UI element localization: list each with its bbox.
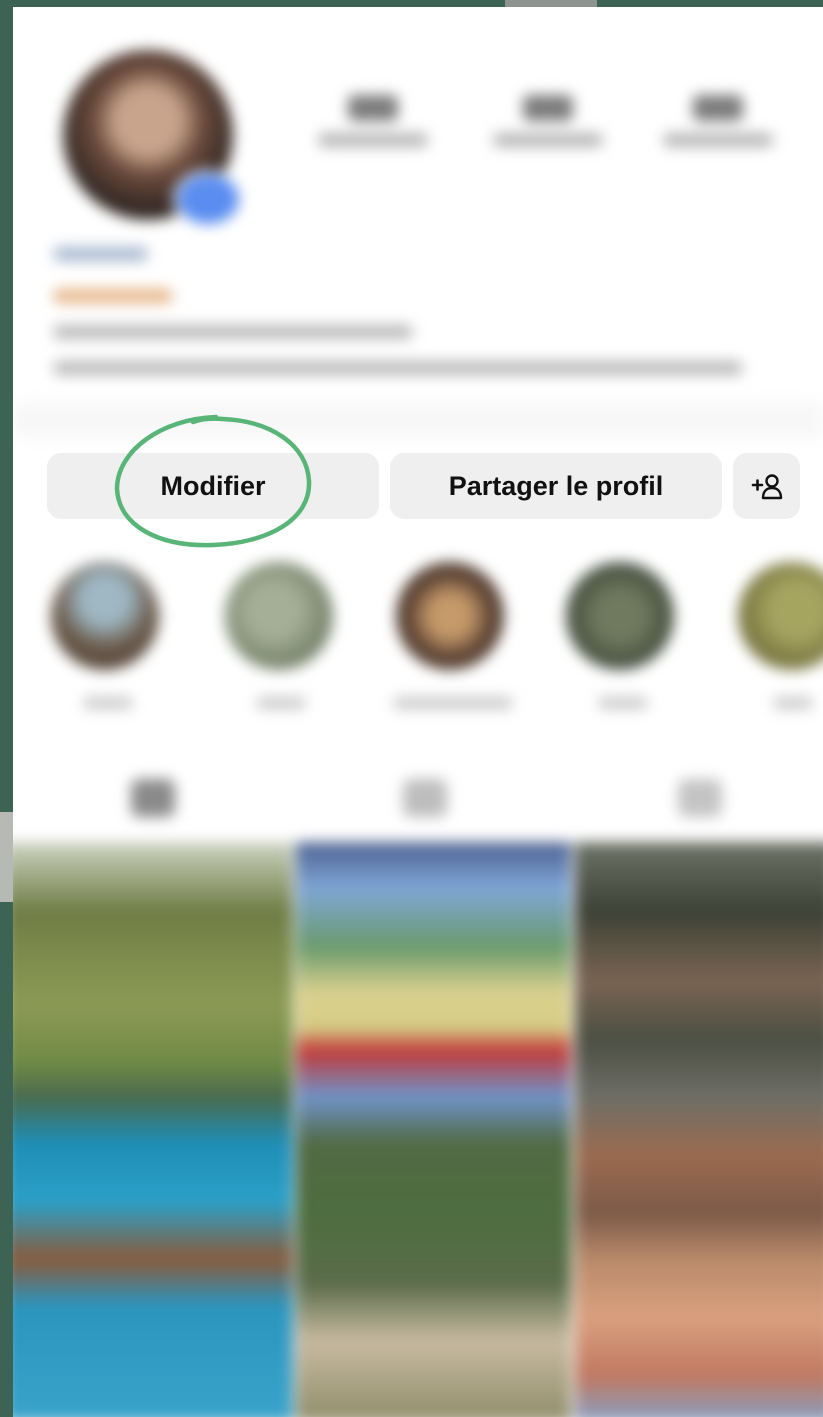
header-divider	[13, 402, 823, 438]
profile-emoji-line	[53, 289, 173, 303]
stat-posts[interactable]	[313, 95, 433, 165]
story-highlight-label	[393, 697, 513, 709]
frame-edge	[505, 0, 597, 7]
edit-profile-button[interactable]: Modifier	[47, 453, 379, 519]
profile-name	[53, 247, 148, 261]
tagged-icon[interactable]	[678, 779, 722, 817]
frame-edge	[0, 812, 14, 902]
grid-icon[interactable]	[131, 779, 175, 817]
add-story-badge-icon[interactable]	[173, 170, 243, 228]
bio-line	[53, 361, 743, 375]
photo-thumbnail[interactable]	[296, 842, 571, 1417]
story-highlight[interactable]	[225, 562, 333, 670]
bio-line	[53, 325, 413, 339]
stat-followers[interactable]	[488, 95, 608, 165]
story-highlight[interactable]	[396, 562, 504, 670]
story-highlight-label	[83, 697, 133, 709]
phone-screen: Modifier Partager le profil	[13, 7, 823, 1417]
story-highlight-label	[256, 697, 306, 709]
photo-thumbnail[interactable]	[575, 842, 823, 1417]
story-highlight-label	[773, 697, 813, 709]
stat-following[interactable]	[658, 95, 778, 165]
add-person-icon	[751, 474, 782, 500]
story-highlight-label	[598, 697, 648, 709]
story-highlight[interactable]	[51, 562, 159, 670]
reels-icon[interactable]	[403, 779, 447, 817]
story-highlight[interactable]	[738, 562, 823, 670]
photo-thumbnail[interactable]	[13, 842, 293, 1417]
share-profile-button[interactable]: Partager le profil	[390, 453, 722, 519]
story-highlight[interactable]	[566, 562, 674, 670]
discover-people-button[interactable]	[733, 453, 800, 519]
